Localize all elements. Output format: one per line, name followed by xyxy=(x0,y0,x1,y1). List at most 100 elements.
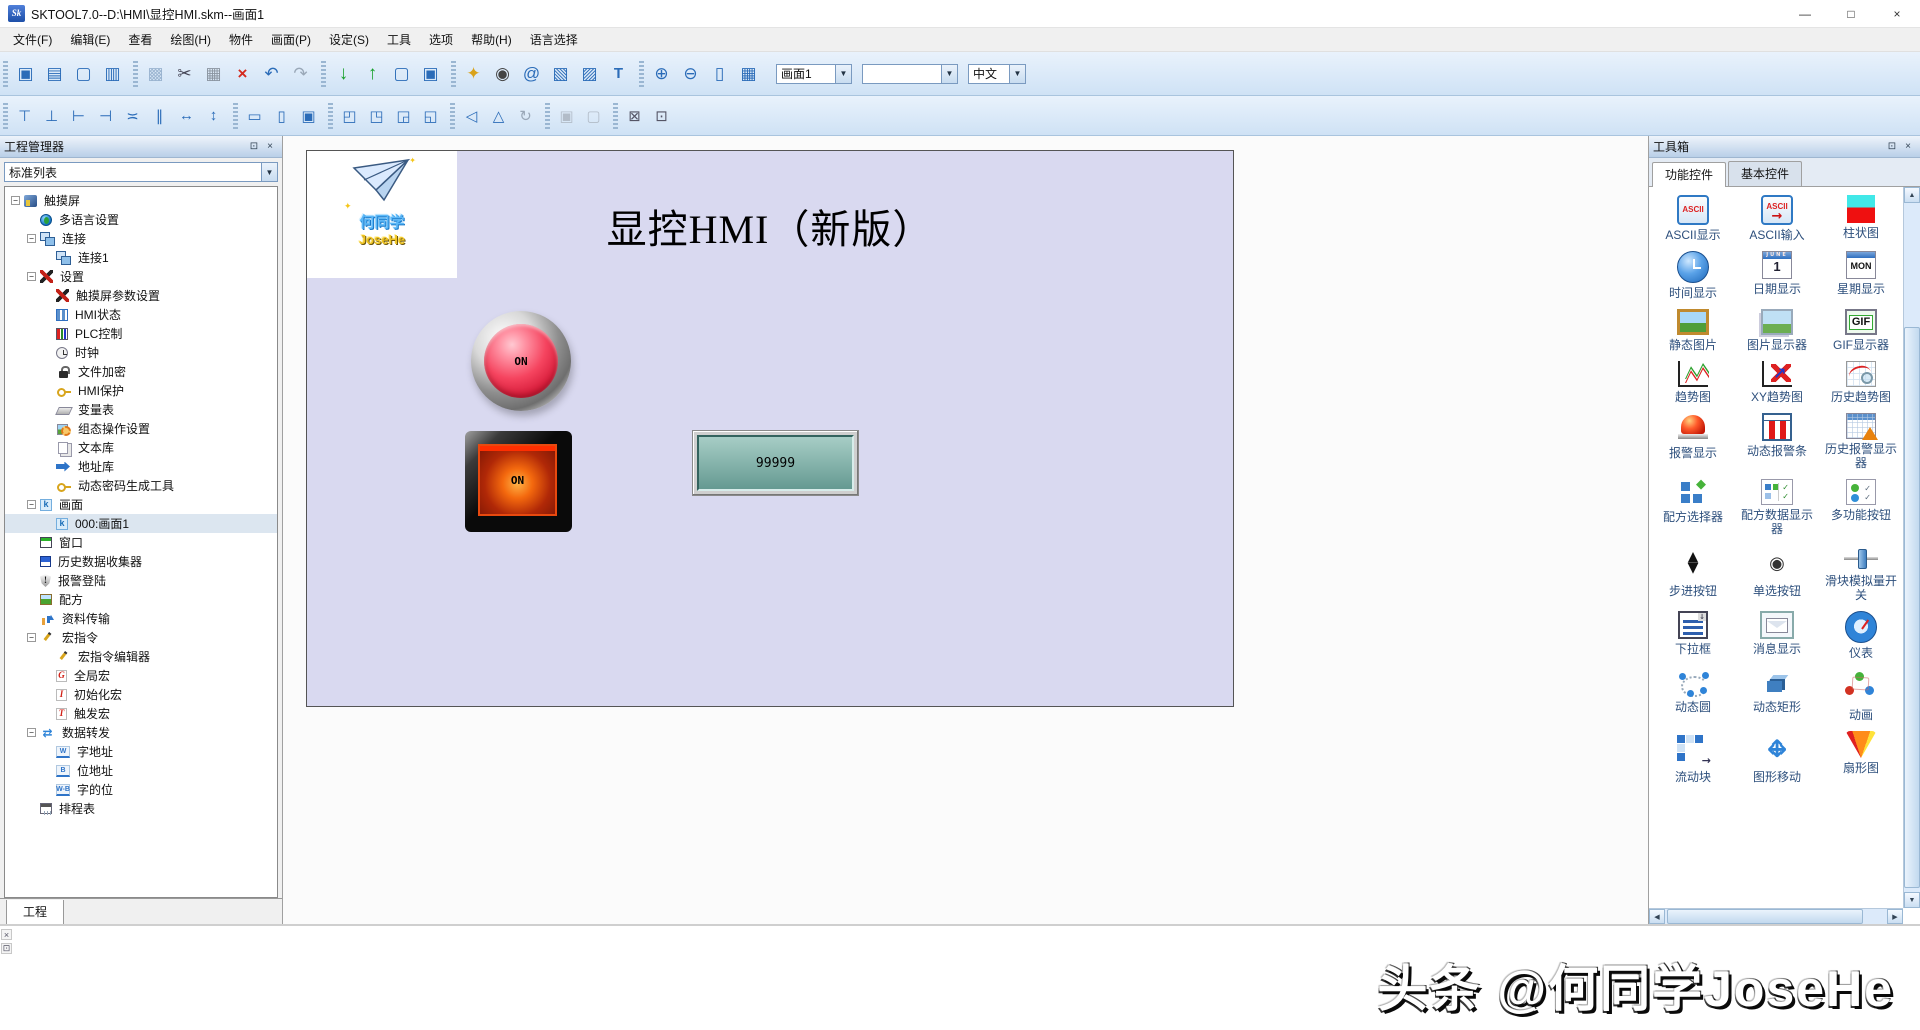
text-window-button[interactable]: T xyxy=(604,59,633,88)
tab-project[interactable]: 工程 xyxy=(6,900,64,925)
round-indicator-button[interactable]: ON xyxy=(471,311,571,411)
align-left-button[interactable]: ⊢ xyxy=(65,103,92,129)
tree-item[interactable]: G全局宏 xyxy=(5,666,277,685)
menu-item[interactable]: 画面(P) xyxy=(262,28,320,51)
toolbox-item-dynamic-alarm-bar[interactable]: 动态报警条 xyxy=(1735,413,1819,470)
delete-button[interactable]: × xyxy=(228,59,257,88)
toolbox-item-fan-chart[interactable]: 扇形图 xyxy=(1819,731,1903,784)
bring-to-front-button[interactable]: ◰ xyxy=(336,103,363,129)
same-size-button[interactable]: ▣ xyxy=(295,103,322,129)
align-top-button[interactable]: ⊤ xyxy=(11,103,38,129)
toolbox-item-ascii-input[interactable]: ASCIIASCII输入 xyxy=(1735,195,1819,242)
undo-button[interactable]: ↶ xyxy=(257,59,286,88)
toolbox-item-dynamic-rect[interactable]: 动态矩形 xyxy=(1735,669,1819,722)
tree-item[interactable]: −触摸屏 xyxy=(5,191,277,210)
close-panel-icon[interactable]: × xyxy=(262,139,278,155)
toolbox-item-dynamic-circle[interactable]: 动态圆 xyxy=(1651,669,1735,722)
menu-item[interactable]: 绘图(H) xyxy=(161,28,220,51)
tree-item[interactable]: 变量表 xyxy=(5,400,277,419)
toolbox-item-date-display[interactable]: JUNE1日期显示 xyxy=(1735,251,1819,300)
close-panel-icon[interactable]: × xyxy=(1900,139,1916,155)
tree-item[interactable]: 排程表 xyxy=(5,799,277,818)
tree-item[interactable]: I初始化宏 xyxy=(5,685,277,704)
horizontal-scroll-thumb[interactable] xyxy=(1667,909,1863,924)
menu-item[interactable]: 设定(S) xyxy=(320,28,378,51)
tree-item[interactable]: 窗口 xyxy=(5,533,277,552)
tree-item[interactable]: PLC控制 xyxy=(5,324,277,343)
toolbox-vertical-scrollbar[interactable]: ▲ ▼ xyxy=(1903,187,1920,908)
tree-item[interactable]: −数据转发 xyxy=(5,723,277,742)
tab-basic-controls[interactable]: 基本控件 xyxy=(1728,161,1802,186)
toolbox-item-radio-button[interactable]: 单选按钮 xyxy=(1735,545,1819,602)
align-center-h-button[interactable]: ≍ xyxy=(119,103,146,129)
toolbox-item-recipe-data-display[interactable]: 配方数据显示器 xyxy=(1735,479,1819,536)
toolbox-item-dropdown-box[interactable]: 下拉框 xyxy=(1651,611,1735,660)
pack-button[interactable]: ✦ xyxy=(459,59,488,88)
bring-forward-button[interactable]: ◲ xyxy=(390,103,417,129)
design-canvas[interactable]: 何同学 JoseHe 显控HMI（新版） ON ON 99999 xyxy=(283,136,1648,924)
menu-item[interactable]: 帮助(H) xyxy=(462,28,521,51)
float-panel-icon[interactable]: ⊡ xyxy=(1884,139,1900,155)
replace-window-button[interactable]: ▨ xyxy=(575,59,604,88)
scroll-down-icon[interactable]: ▼ xyxy=(1904,892,1920,908)
cut-button[interactable]: ✂ xyxy=(170,59,199,88)
maximize-button[interactable]: □ xyxy=(1828,0,1874,28)
grid-button[interactable]: ▦ xyxy=(734,59,763,88)
tree-item[interactable]: 历史数据收集器 xyxy=(5,552,277,571)
square-indicator-button[interactable]: ON xyxy=(465,431,572,532)
toolbox-item-alarm-display[interactable]: 报警显示 xyxy=(1651,413,1735,470)
tree-item[interactable]: k000:画面1 xyxy=(5,514,277,533)
tree-item[interactable]: 宏指令编辑器 xyxy=(5,647,277,666)
flip-horizontal-button[interactable]: ◁ xyxy=(458,103,485,129)
same-height-button[interactable]: ▯ xyxy=(268,103,295,129)
tab-function-controls[interactable]: 功能控件 xyxy=(1652,162,1726,187)
open-project-button[interactable]: ▤ xyxy=(40,59,69,88)
copy-button[interactable]: ▩ xyxy=(141,59,170,88)
tree-item[interactable]: HMI状态 xyxy=(5,305,277,324)
rotate-button[interactable]: ↻ xyxy=(512,103,539,129)
tree-item[interactable]: 文件加密 xyxy=(5,362,277,381)
tree-item[interactable]: 触摸屏参数设置 xyxy=(5,286,277,305)
toolbox-item-ascii-display[interactable]: ASCIIASCII显示 xyxy=(1651,195,1735,242)
toolbox-item-picture-display[interactable]: 图片显示器 xyxy=(1735,309,1819,352)
toolbox-item-gauge[interactable]: 仪表 xyxy=(1819,611,1903,660)
tree-item[interactable]: HMI保护 xyxy=(5,381,277,400)
offline-simulation-button[interactable]: ▢ xyxy=(387,59,416,88)
toolbox-horizontal-scrollbar[interactable]: ◀ ▶ xyxy=(1649,908,1903,924)
upload-button[interactable]: ↑ xyxy=(358,59,387,88)
menu-item[interactable]: 文件(F) xyxy=(4,28,61,51)
chevron-down-icon[interactable]: ▼ xyxy=(261,163,277,181)
float-panel-icon[interactable]: ⊡ xyxy=(246,139,262,155)
new-screen-button[interactable]: ▢ xyxy=(69,59,98,88)
tree-item[interactable]: −连接 xyxy=(5,229,277,248)
tree-item[interactable]: −宏指令 xyxy=(5,628,277,647)
toolbox-item-recipe-selector[interactable]: 配方选择器 xyxy=(1651,479,1735,536)
scroll-up-icon[interactable]: ▲ xyxy=(1904,187,1920,203)
tree-item[interactable]: 配方 xyxy=(5,590,277,609)
scroll-left-icon[interactable]: ◀ xyxy=(1649,909,1665,924)
zoom-in-button[interactable]: ⊕ xyxy=(647,59,676,88)
chevron-down-icon[interactable]: ▼ xyxy=(1009,65,1025,83)
find-button[interactable]: ◉ xyxy=(488,59,517,88)
expand-toggle-icon[interactable]: − xyxy=(27,728,36,737)
toolbox-item-time-display[interactable]: 时间显示 xyxy=(1651,251,1735,300)
tree-item[interactable]: 文本库 xyxy=(5,438,277,457)
toolbox-item-slider-switch[interactable]: 滑块模拟量开关 xyxy=(1819,545,1903,602)
toolbox-item-animation[interactable]: 动画 xyxy=(1819,669,1903,722)
address-window-button[interactable]: @ xyxy=(517,59,546,88)
expand-toggle-icon[interactable]: − xyxy=(27,633,36,642)
expand-toggle-icon[interactable]: − xyxy=(27,234,36,243)
tree-item[interactable]: −设置 xyxy=(5,267,277,286)
tree-item[interactable]: 资料传输 xyxy=(5,609,277,628)
find-window-button[interactable]: ▧ xyxy=(546,59,575,88)
toolbox-item-multifunction-button[interactable]: 多功能按钮 xyxy=(1819,479,1903,536)
toolbox-item-bar-graph[interactable]: 柱状图 xyxy=(1819,195,1903,242)
space-equal-h-button[interactable]: ↔ xyxy=(173,103,200,129)
tree-item[interactable]: 连接1 xyxy=(5,248,277,267)
same-width-button[interactable]: ▭ xyxy=(241,103,268,129)
toolbox-item-static-picture[interactable]: 静态图片 xyxy=(1651,309,1735,352)
flip-vertical-button[interactable]: △ xyxy=(485,103,512,129)
expand-toggle-icon[interactable]: − xyxy=(27,500,36,509)
list-type-select[interactable]: 标准列表 ▼ xyxy=(4,162,278,182)
screen-select[interactable]: 画面1 ▼ xyxy=(776,64,852,84)
